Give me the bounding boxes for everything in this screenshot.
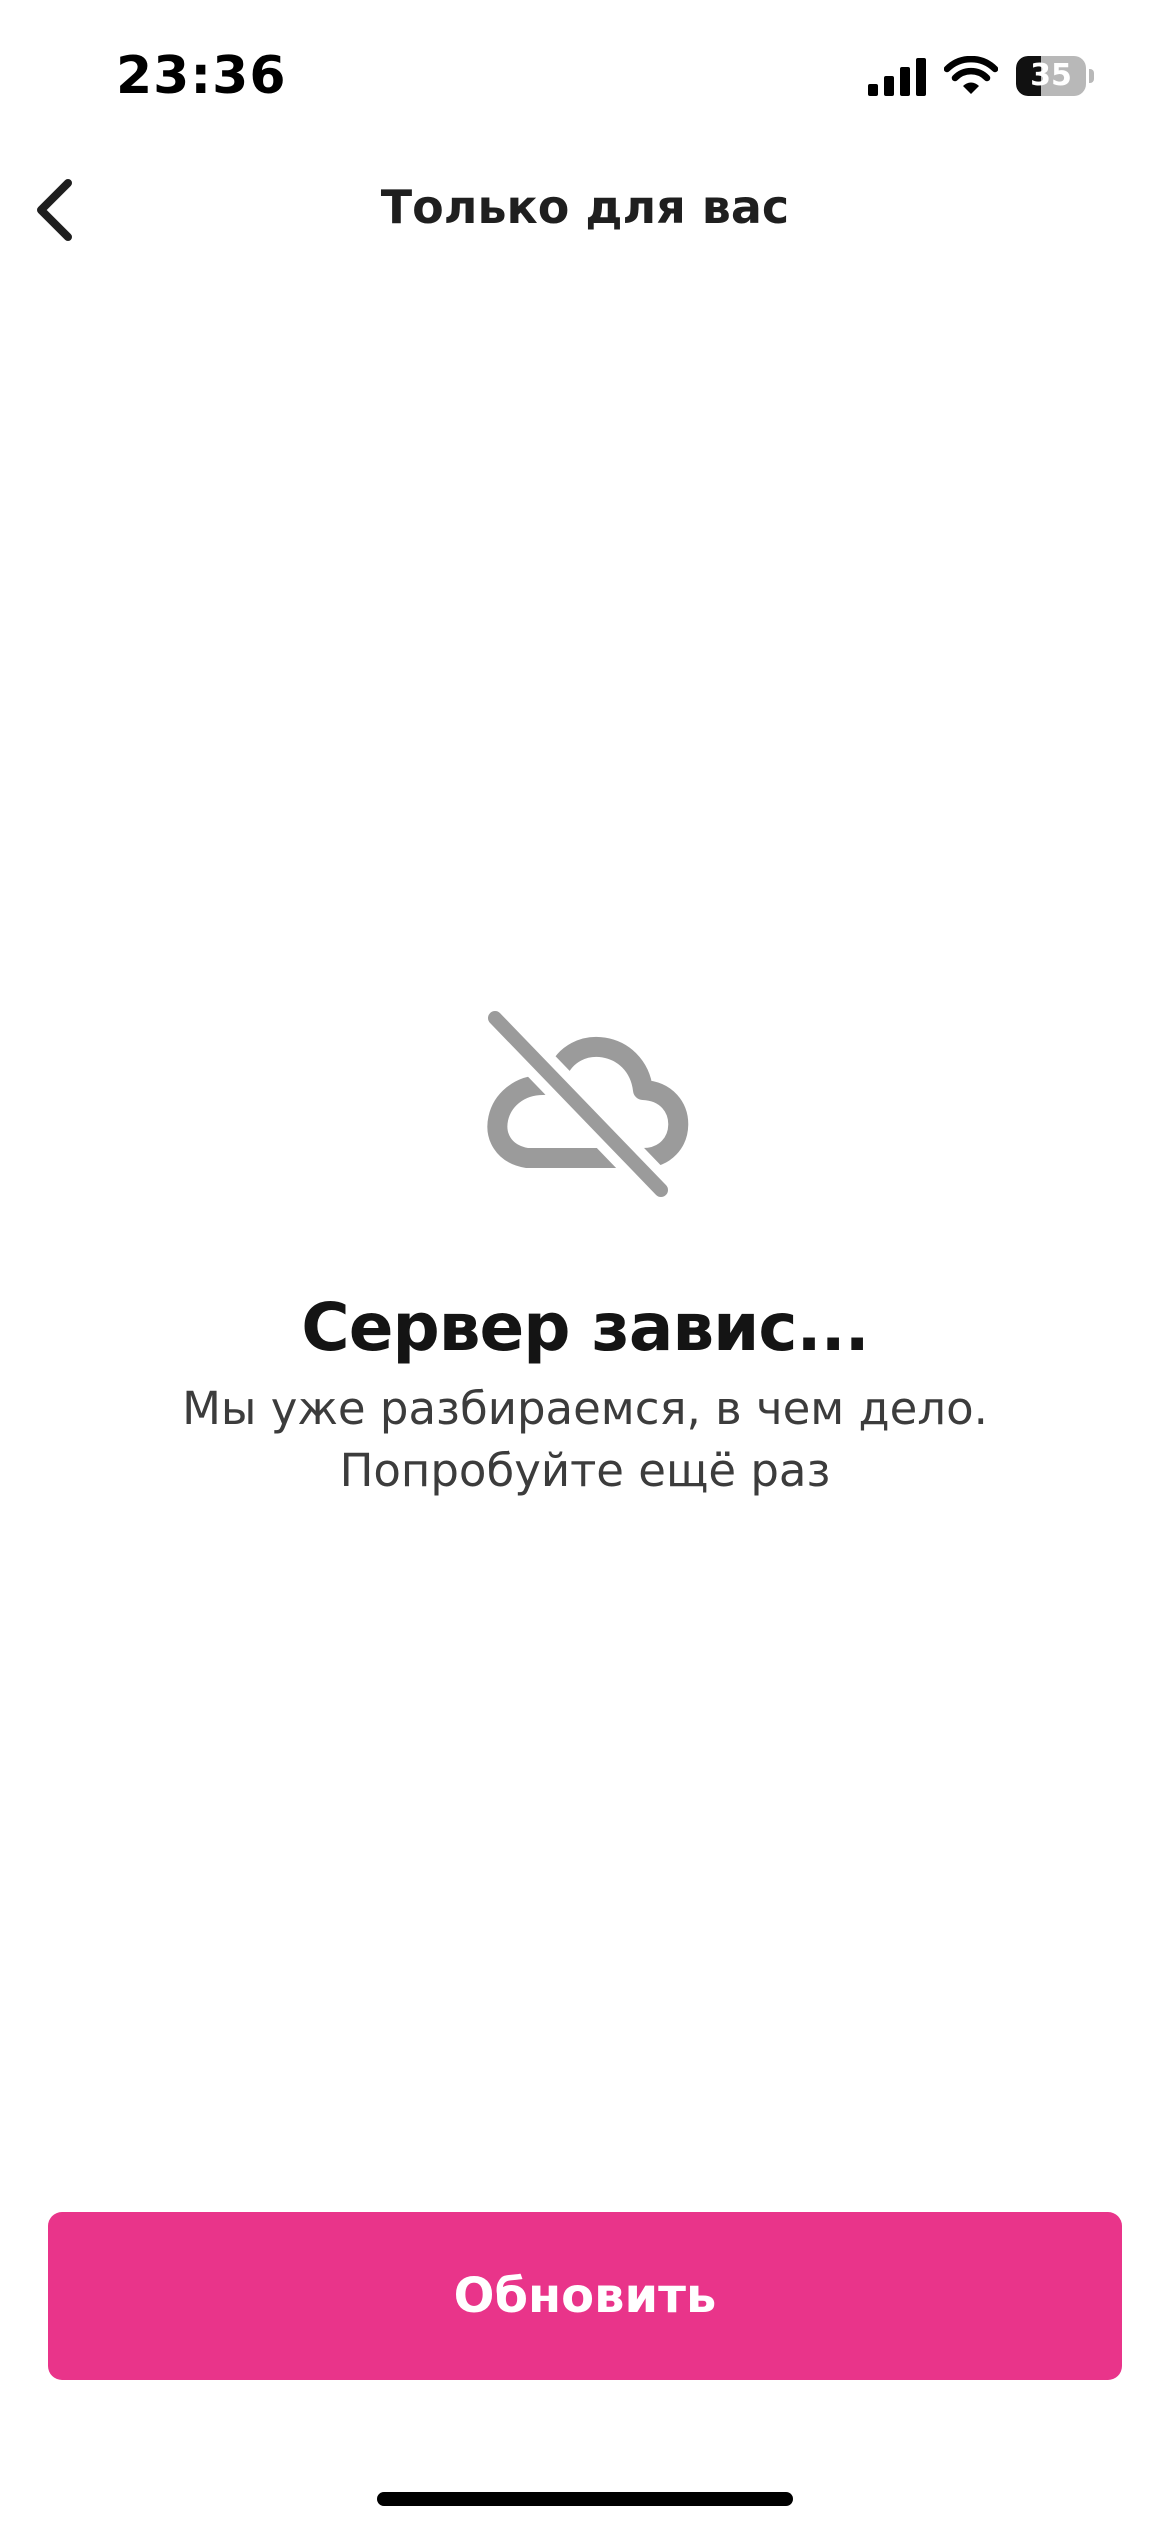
cellular-signal-icon bbox=[868, 58, 926, 96]
page-title: Только для вас bbox=[380, 180, 790, 234]
navigation-bar: Только для вас bbox=[0, 150, 1170, 270]
status-bar: 23:36 35 bbox=[0, 0, 1170, 150]
status-time: 23:36 bbox=[116, 46, 287, 106]
error-state: Сервер завис... Мы уже разбираемся, в че… bbox=[0, 1010, 1170, 1502]
battery-level: 35 bbox=[1030, 58, 1072, 93]
home-indicator bbox=[377, 2492, 793, 2506]
error-title: Сервер завис... bbox=[301, 1289, 869, 1366]
cloud-off-icon bbox=[478, 1010, 689, 1207]
status-icons: 35 bbox=[868, 52, 1094, 100]
error-message: Мы уже разбираемся, в чем дело. Попробуй… bbox=[182, 1382, 988, 1497]
refresh-button[interactable]: Обновить bbox=[48, 2212, 1122, 2380]
battery-icon: 35 bbox=[1016, 56, 1094, 96]
wifi-icon bbox=[944, 56, 998, 94]
battery-cap bbox=[1089, 69, 1094, 83]
